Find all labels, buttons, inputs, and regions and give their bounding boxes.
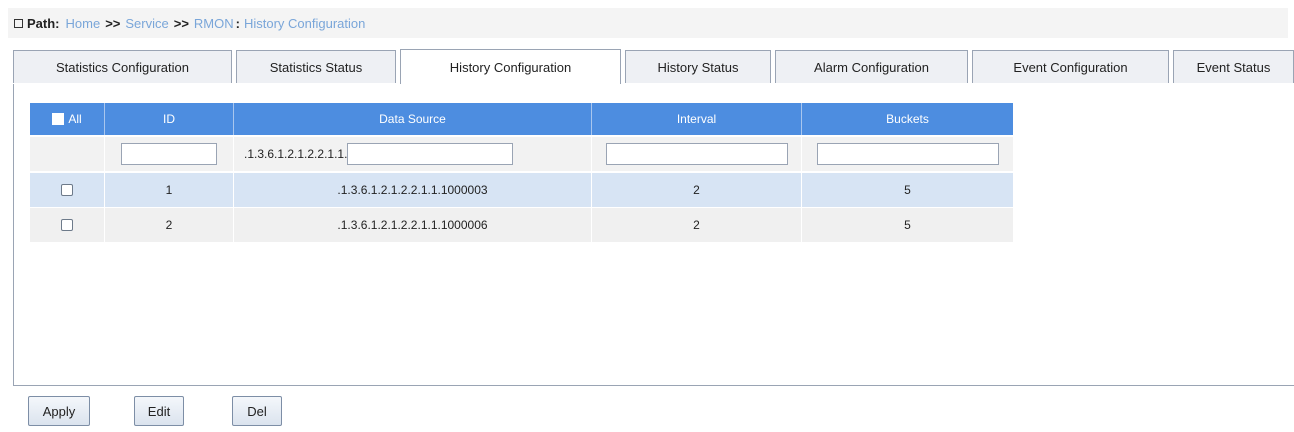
data-source-prefix: .1.3.6.1.2.1.2.2.1.1. (244, 147, 348, 161)
row-checkbox-cell (30, 208, 105, 242)
select-all-checkbox[interactable] (52, 113, 65, 125)
row-checkbox[interactable] (61, 219, 73, 231)
filter-data-source-cell: .1.3.6.1.2.1.2.2.1.1. (234, 137, 592, 171)
data-source-filter-input[interactable] (347, 143, 514, 165)
row-checkbox[interactable] (61, 184, 73, 196)
row-id: 2 (105, 208, 234, 242)
buckets-filter-input[interactable] (816, 143, 999, 165)
row-interval: 2 (592, 208, 802, 242)
breadcrumb-rmon[interactable]: RMON (194, 16, 234, 31)
table-row[interactable]: 2 .1.3.6.1.2.1.2.2.1.1.1000006 2 5 (30, 208, 1013, 242)
path-label: Path: (27, 15, 60, 31)
filter-empty-cell (30, 137, 105, 171)
header-interval: Interval (592, 103, 802, 135)
apply-button[interactable]: Apply (28, 396, 90, 426)
breadcrumb-separator: >> (173, 15, 189, 31)
breadcrumb-separator: >> (105, 15, 121, 31)
id-filter-input[interactable] (121, 143, 217, 165)
row-data-source: .1.3.6.1.2.1.2.2.1.1.1000006 (234, 208, 592, 242)
tab-bar: Statistics Configuration Statistics Stat… (13, 49, 1294, 84)
tab-statistics-configuration[interactable]: Statistics Configuration (13, 50, 232, 83)
interval-filter-input[interactable] (605, 143, 788, 165)
tab-event-status[interactable]: Event Status (1173, 50, 1294, 83)
filter-row: .1.3.6.1.2.1.2.2.1.1. (30, 137, 1013, 171)
table-row[interactable]: 1 .1.3.6.1.2.1.2.2.1.1.1000003 2 5 (30, 173, 1013, 207)
row-buckets: 5 (904, 218, 911, 232)
header-data-source: Data Source (234, 103, 592, 135)
row-buckets: 5 (904, 183, 911, 197)
path-square-icon (14, 18, 23, 28)
breadcrumb-home[interactable]: Home (66, 16, 101, 31)
breadcrumb: Path: Home >> Service >> RMON : History … (8, 8, 1288, 38)
row-interval: 2 (592, 173, 802, 207)
tab-history-status[interactable]: History Status (625, 50, 771, 83)
breadcrumb-service[interactable]: Service (125, 16, 168, 31)
filter-id-cell (105, 137, 234, 171)
tab-history-configuration[interactable]: History Configuration (400, 49, 621, 84)
row-checkbox-cell (30, 173, 105, 207)
tab-alarm-configuration[interactable]: Alarm Configuration (775, 50, 968, 83)
delete-button[interactable]: Del (232, 396, 282, 426)
filter-interval-cell (592, 137, 802, 171)
header-all-label: All (68, 112, 82, 126)
row-data-source: .1.3.6.1.2.1.2.2.1.1.1000003 (234, 173, 592, 207)
tab-event-configuration[interactable]: Event Configuration (972, 50, 1169, 83)
row-id: 1 (105, 173, 234, 207)
header-all[interactable]: All (30, 103, 105, 135)
header-id: ID (105, 103, 234, 135)
breadcrumb-current-separator: : (235, 15, 240, 31)
breadcrumb-current: History Configuration (243, 15, 366, 31)
filter-buckets-cell (802, 137, 1013, 171)
header-buckets: Buckets (802, 103, 1013, 135)
edit-button[interactable]: Edit (134, 396, 184, 426)
tab-statistics-status[interactable]: Statistics Status (236, 50, 396, 83)
